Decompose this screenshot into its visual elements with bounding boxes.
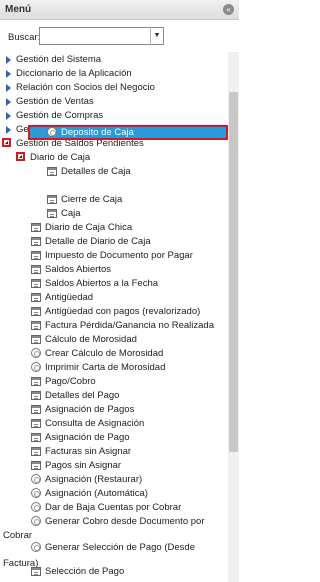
- report-icon: [31, 321, 41, 330]
- window-icon: [31, 223, 41, 232]
- report-icon: [31, 293, 41, 302]
- window-icon: [31, 377, 41, 386]
- process-icon: [31, 502, 41, 512]
- expanded-folder-icon[interactable]: [16, 152, 25, 161]
- window-icon: [31, 237, 41, 246]
- window-icon: [31, 433, 41, 442]
- search-combobox[interactable]: ▼: [39, 27, 164, 45]
- process-icon: [47, 127, 57, 137]
- search-label: Buscar:: [8, 32, 41, 43]
- window-icon: [47, 167, 57, 176]
- search-input[interactable]: [40, 28, 150, 44]
- collapse-icon[interactable]: «: [223, 4, 234, 15]
- menu-header: Menú «: [0, 0, 239, 20]
- process-icon: [31, 474, 41, 484]
- collapsed-folder-icon[interactable]: [6, 70, 11, 78]
- window-icon: [31, 567, 41, 576]
- window-icon: [31, 405, 41, 414]
- report-icon: [31, 265, 41, 274]
- vertical-scrollbar[interactable]: [228, 52, 239, 582]
- collapsed-folder-icon[interactable]: [6, 84, 11, 92]
- collapsed-folder-icon[interactable]: [6, 112, 11, 120]
- process-icon: [31, 542, 41, 552]
- expanded-folder-icon[interactable]: [2, 138, 11, 147]
- collapsed-folder-icon[interactable]: [6, 98, 11, 106]
- report-icon: [31, 391, 41, 400]
- process-icon: [31, 362, 41, 372]
- process-icon: [31, 348, 41, 358]
- report-icon: [31, 307, 41, 316]
- scrollbar-thumb[interactable]: [229, 92, 238, 452]
- menu-title: Menú: [5, 4, 32, 15]
- report-icon: [31, 419, 41, 428]
- collapsed-folder-icon[interactable]: [6, 126, 11, 134]
- window-icon: [31, 335, 41, 344]
- collapsed-folder-icon[interactable]: [6, 56, 11, 64]
- report-icon: [31, 251, 41, 260]
- report-icon: [31, 279, 41, 288]
- process-icon: [31, 516, 41, 526]
- window-icon: [47, 209, 57, 218]
- window-icon: [47, 195, 57, 204]
- report-icon: [31, 461, 41, 470]
- report-icon: [31, 447, 41, 456]
- process-icon: [31, 488, 41, 498]
- search-row: Buscar: ▼: [0, 20, 239, 52]
- chevron-down-icon[interactable]: ▼: [150, 28, 163, 44]
